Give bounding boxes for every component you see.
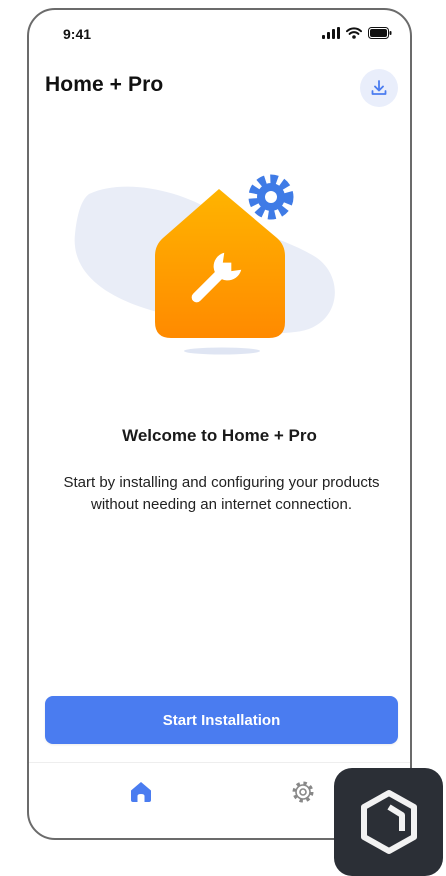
home-icon: [131, 782, 151, 802]
wifi-icon: [346, 27, 362, 39]
status-icons: [322, 27, 392, 39]
app-logo: [334, 768, 443, 876]
phone-frame: 9:41 Home + Pro Welcome to Home + Pro St…: [27, 8, 412, 840]
tab-settings[interactable]: [289, 778, 317, 806]
download-button[interactable]: [360, 69, 398, 107]
download-icon: [371, 80, 387, 95]
start-installation-button[interactable]: Start Installation: [45, 696, 398, 744]
signal-icon: [322, 27, 340, 39]
status-time: 9:41: [63, 26, 92, 42]
gear-icon: [248, 174, 294, 220]
welcome-description: Start by installing and configuring your…: [63, 474, 380, 513]
tab-home[interactable]: [127, 778, 155, 806]
welcome-title: Welcome to Home + Pro: [122, 426, 317, 445]
house-shadow: [184, 347, 260, 355]
page-title: Home + Pro: [45, 73, 164, 96]
status-bar: 9:41: [29, 10, 410, 56]
settings-icon: [292, 781, 314, 803]
welcome-illustration: [29, 160, 410, 370]
battery-icon: [368, 27, 392, 39]
cube-logo-icon: [360, 790, 417, 854]
tab-bar-divider: [29, 762, 410, 763]
